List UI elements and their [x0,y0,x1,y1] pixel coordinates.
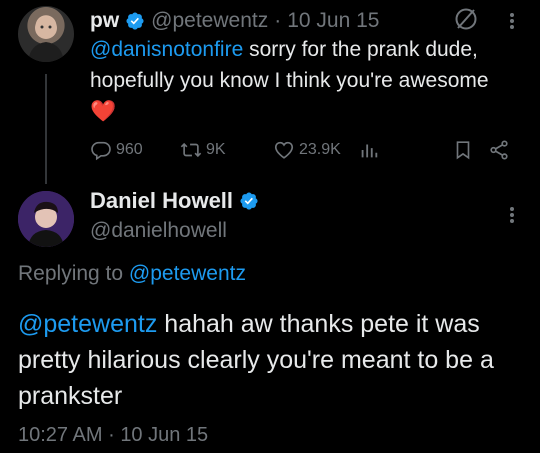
reply-icon [91,141,111,161]
action-bar: 960 9K 23.9K [90,137,520,163]
avatar-daniel-howell[interactable] [18,191,74,247]
verified-badge-icon [126,12,144,30]
retweet-count: 9K [206,141,226,158]
reply-tweet-text: @petewentz hahah aw thanks pete it was p… [18,306,518,414]
reply-button[interactable]: 960 [90,137,143,163]
author-handle[interactable]: @danielhowell [90,219,227,243]
like-count: 23.9K [299,141,341,158]
author-name[interactable]: pw [90,9,119,33]
like-button[interactable]: 23.9K [273,137,341,163]
bookmark-icon [456,141,470,160]
retweet-button[interactable]: 9K [180,137,226,163]
mention-link[interactable]: @petewentz [18,310,157,338]
views-button[interactable] [358,137,380,163]
analytics-icon [361,144,378,158]
bookmark-button[interactable] [452,137,474,163]
avatar-pw[interactable] [18,6,74,62]
tweet-time: 10:27 AM [18,424,103,446]
author-name[interactable]: Daniel Howell [90,188,233,214]
no-circle-icon[interactable] [453,6,479,32]
separator-dot: · [108,424,115,446]
replying-to-link[interactable]: @petewentz [129,262,246,285]
more-vertical-icon[interactable] [507,8,517,34]
more-vertical-icon[interactable] [507,202,517,228]
replying-to-label: Replying to [18,262,129,285]
reply-author-name-row: Daniel Howell [90,188,259,214]
heart-emoji: ❤️ [90,99,117,123]
tweet-date: 10 Jun 15 [120,424,209,446]
tweet-date[interactable]: 10 Jun 15 [287,9,379,33]
heart-icon [274,141,294,159]
verified-badge-icon [240,192,258,210]
mention-link[interactable]: @danisnotonfire [90,38,243,61]
separator-dot: · [274,9,282,32]
share-icon [490,140,508,160]
parent-tweet-header: pw @petewentz · 10 Jun 15 [90,8,379,34]
author-handle[interactable]: @petewentz [151,9,268,33]
share-button[interactable] [488,137,510,163]
parent-tweet-text: @danisnotonfire sorry for the prank dude… [90,34,510,127]
reply-count: 960 [116,141,143,158]
thread-connector-line [45,74,47,184]
tweet-timestamp[interactable]: 10:27 AM · 10 Jun 15 [18,424,208,447]
replying-to-line: Replying to @petewentz [18,262,246,286]
retweet-icon [180,142,202,158]
